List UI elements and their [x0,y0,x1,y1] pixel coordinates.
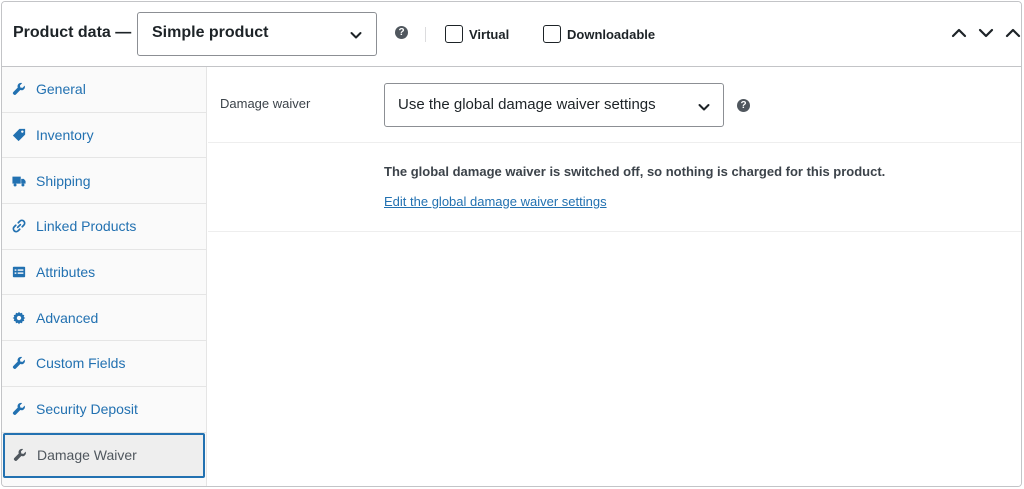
tab-inventory[interactable]: Inventory [2,113,206,159]
truck-icon [12,176,26,187]
collapse-toggle-icon[interactable] [1004,24,1022,42]
damage-waiver-value: Use the global damage waiver settings [398,96,656,113]
product-data-panel: Product data — Simple product ? Virtual … [1,1,1022,487]
tab-custom-fields[interactable]: Custom Fields [2,341,206,387]
wrench-icon [12,357,25,370]
tab-attributes[interactable]: Attributes [2,250,206,296]
help-icon[interactable]: ? [395,26,408,39]
header-divider [425,27,426,42]
link-icon [12,219,26,233]
virtual-label[interactable]: Virtual [469,27,509,42]
move-up-icon[interactable] [950,24,968,42]
tab-shipping[interactable]: Shipping [2,158,206,205]
product-data-tabs: General Inventory Shipping Linked Produc… [2,67,207,486]
tab-damage-waiver[interactable]: Damage Waiver [3,432,205,478]
wrench-icon [12,403,25,416]
damage-waiver-select[interactable]: Use the global damage waiver settings [384,83,724,127]
tab-label: General [36,81,86,98]
chevron-down-icon [698,104,710,111]
help-icon[interactable]: ? [737,99,750,112]
product-data-header: Product data — Simple product ? Virtual … [2,2,1021,67]
tab-linked-products[interactable]: Linked Products [2,204,206,250]
tab-label: Damage Waiver [37,447,137,463]
move-down-icon[interactable] [977,24,995,42]
edit-global-waiver-link[interactable]: Edit the global damage waiver settings [384,194,607,209]
tab-security-deposit[interactable]: Security Deposit [2,387,206,433]
tab-label: Advanced [36,309,99,326]
tab-label: Shipping [36,172,91,189]
wrench-icon [13,448,26,461]
product-type-value: Simple product [152,24,269,41]
damage-waiver-panel: Damage waiver Use the global damage waiv… [208,67,1021,486]
tab-label: Security Deposit [36,401,138,418]
damage-waiver-field-row: Damage waiver Use the global damage waiv… [208,67,1021,143]
tab-label: Attributes [36,264,96,281]
panel-title: Product data — [13,24,132,41]
tab-label: Custom Fields [36,355,126,372]
wrench-icon [12,83,25,96]
waiver-status-text: The global damage waiver is switched off… [384,164,886,179]
tag-icon [12,128,26,142]
tab-general[interactable]: General [2,67,206,113]
tab-label: Linked Products [36,218,137,235]
list-icon [12,266,26,278]
damage-waiver-info: The global damage waiver is switched off… [208,143,1021,232]
tab-advanced[interactable]: Advanced [2,295,206,342]
damage-waiver-label: Damage waiver [220,96,311,111]
chevron-down-icon [350,32,362,39]
downloadable-label[interactable]: Downloadable [567,27,655,42]
tab-label: Inventory [36,127,94,144]
downloadable-checkbox[interactable] [543,25,561,43]
virtual-checkbox[interactable] [445,25,463,43]
gear-icon [12,311,26,325]
product-type-select[interactable]: Simple product [137,12,377,56]
